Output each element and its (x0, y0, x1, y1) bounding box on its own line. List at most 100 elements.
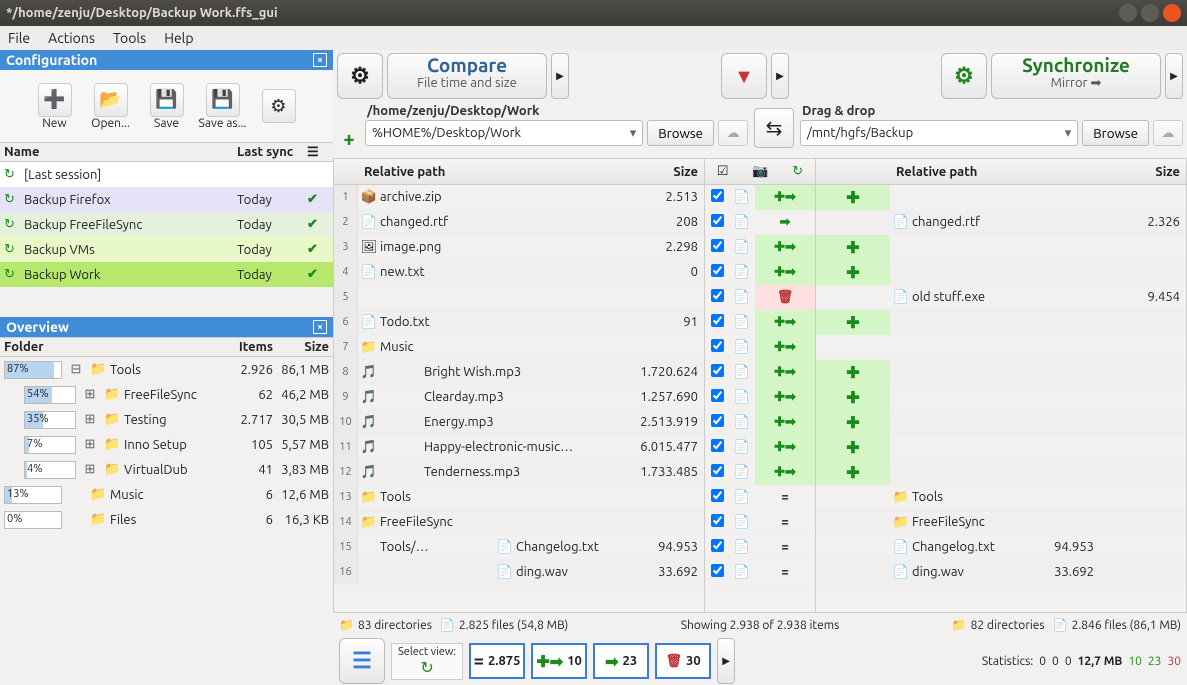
left-grid-row[interactable]: 7📁 Music (334, 335, 704, 360)
mid-action-row[interactable]: 📄 = (705, 485, 815, 510)
overview-close-icon[interactable]: × (313, 320, 327, 334)
right-grid-row[interactable]: 📄old stuff.exe9.454 (816, 285, 1186, 310)
left-grid-row[interactable]: 1📦 archive.zip 2.513 (334, 185, 704, 210)
right-col-size[interactable]: Size (1126, 165, 1186, 179)
overview-row[interactable]: 7% ⊞📁 Inno Setup1055,57 MB (0, 432, 333, 457)
mid-action-row[interactable]: 📄 = (705, 560, 815, 585)
mid-action-row[interactable]: 📄 ✚➡ (705, 460, 815, 485)
mid-col-category-icon[interactable]: 📷 (752, 164, 768, 179)
left-grid-row[interactable]: 2📄 changed.rtf 208 (334, 210, 704, 235)
view-update-button[interactable]: ➡ 23 (593, 643, 649, 679)
right-grid-row[interactable]: ✚ (816, 460, 1186, 485)
save-button[interactable]: 💾Save (141, 83, 193, 130)
row-checkbox[interactable] (711, 564, 724, 577)
mid-action-row[interactable]: 📄 🗑 (705, 285, 815, 310)
right-grid-row[interactable]: 📁Tools (816, 485, 1186, 510)
row-checkbox[interactable] (711, 289, 724, 302)
overview-row[interactable]: 4% ⊞📁 VirtualDub413,83 MB (0, 457, 333, 482)
left-grid-row[interactable]: 13📁 Tools (334, 485, 704, 510)
left-grid-row[interactable]: 11🎵 Happy-electronic-music… 6.015.477 (334, 435, 704, 460)
mid-action-row[interactable]: 📄 ✚➡ (705, 360, 815, 385)
config-col-status-icon[interactable]: ☰ (307, 145, 333, 160)
left-grid-row[interactable]: 6📄 Todo.txt 91 (334, 310, 704, 335)
config-col-lastsync[interactable]: Last sync (237, 145, 307, 159)
row-checkbox[interactable] (711, 389, 724, 402)
menu-file[interactable]: File (8, 30, 30, 46)
row-checkbox[interactable] (711, 214, 724, 227)
row-checkbox[interactable] (711, 239, 724, 252)
mid-col-check-icon[interactable]: ☑ (717, 164, 729, 179)
minimize-icon[interactable] (1119, 4, 1137, 22)
compare-settings-button[interactable]: ⚙ (337, 53, 383, 99)
sync-settings-button[interactable]: ⚙ (941, 53, 987, 99)
left-grid-row[interactable]: 9🎵 Clearday.mp3 1.257.690 (334, 385, 704, 410)
right-grid-row[interactable]: 📁FreeFileSync (816, 510, 1186, 535)
compare-button[interactable]: Compare File time and size (387, 53, 547, 99)
row-checkbox[interactable] (711, 189, 724, 202)
right-grid-row[interactable]: ✚ (816, 360, 1186, 385)
left-grid-row[interactable]: 10🎵 Energy.mp3 2.513.919 (334, 410, 704, 435)
view-more-icon[interactable]: ▶ (717, 638, 735, 684)
row-checkbox[interactable] (711, 264, 724, 277)
compare-dropdown-icon[interactable]: ▶ (551, 53, 569, 99)
menu-actions[interactable]: Actions (48, 30, 95, 46)
right-grid-row[interactable]: 📄Changelog.txt94.953 (816, 535, 1186, 560)
mid-action-row[interactable]: 📄 ✚➡ (705, 185, 815, 210)
row-checkbox[interactable] (711, 339, 724, 352)
synchronize-button[interactable]: Synchronize Mirror ➡ (991, 53, 1161, 99)
mid-action-row[interactable]: 📄 ✚➡ (705, 410, 815, 435)
right-grid-row[interactable]: ✚ (816, 310, 1186, 335)
mid-action-row[interactable]: 📄 ✚➡ (705, 335, 815, 360)
right-path-input[interactable]: /mnt/hgfs/Backup▾ (800, 120, 1078, 146)
right-grid-row[interactable]: 📄changed.rtf2.326 (816, 210, 1186, 235)
mid-action-row[interactable]: 📄 ➡ (705, 210, 815, 235)
config-row-freefilesync[interactable]: ↻Backup FreeFileSyncToday✔ (0, 212, 333, 237)
row-checkbox[interactable] (711, 364, 724, 377)
config-row-firefox[interactable]: ↻Backup FirefoxToday✔ (0, 187, 333, 212)
right-grid-row[interactable]: ✚ (816, 385, 1186, 410)
sync-dropdown-icon[interactable]: ▶ (1165, 53, 1183, 99)
save-as-button[interactable]: 💾Save as... (197, 83, 249, 130)
config-row-vms[interactable]: ↻Backup VMsToday✔ (0, 237, 333, 262)
mid-action-row[interactable]: 📄 ✚➡ (705, 235, 815, 260)
row-checkbox[interactable] (711, 489, 724, 502)
left-col-relpath[interactable]: Relative path (358, 165, 644, 179)
row-checkbox[interactable] (711, 539, 724, 552)
right-grid-row[interactable]: ✚ (816, 235, 1186, 260)
left-cloud-button[interactable]: ☁ (718, 120, 748, 146)
left-path-input[interactable]: %HOME%/Desktop/Work▾ (365, 120, 643, 146)
left-grid-row[interactable]: 14📁 FreeFileSync (334, 510, 704, 535)
row-checkbox[interactable] (711, 514, 724, 527)
left-col-size[interactable]: Size (644, 165, 704, 179)
right-browse-button[interactable]: Browse (1082, 120, 1149, 146)
config-col-name[interactable]: Name (0, 145, 237, 159)
view-list-button[interactable]: ☰ (339, 638, 385, 684)
overview-row[interactable]: 0% 📁 Files616,3 KB (0, 507, 333, 532)
left-grid-row[interactable]: 12🎵 Tenderness.mp3 1.733.485 (334, 460, 704, 485)
mid-action-row[interactable]: 📄 ✚➡ (705, 435, 815, 460)
view-create-button[interactable]: ✚➡ 10 (531, 643, 587, 679)
close-icon[interactable] (1163, 4, 1181, 22)
mid-action-row[interactable]: 📄 ✚➡ (705, 310, 815, 335)
maximize-icon[interactable] (1141, 4, 1159, 22)
overview-col-items[interactable]: Items (223, 340, 273, 354)
mid-col-action-icon[interactable]: ↻ (792, 164, 803, 179)
filter-dropdown-icon[interactable]: ▶ (771, 53, 789, 99)
filter-button[interactable]: ▼ (721, 53, 767, 99)
add-folder-pair-button[interactable]: + (337, 126, 361, 150)
row-checkbox[interactable] (711, 414, 724, 427)
menu-tools[interactable]: Tools (113, 30, 146, 46)
right-cloud-button[interactable]: ☁ (1153, 120, 1183, 146)
right-grid-row[interactable]: ✚ (816, 410, 1186, 435)
overview-col-size[interactable]: Size (273, 340, 333, 354)
left-browse-button[interactable]: Browse (647, 120, 714, 146)
config-row-last-session[interactable]: ↻[Last session] (0, 162, 333, 187)
left-grid-row[interactable]: 4📄 new.txt 0 (334, 260, 704, 285)
left-grid-row[interactable]: 3🖼 image.png 2.298 (334, 235, 704, 260)
right-grid-row[interactable]: ✚ (816, 435, 1186, 460)
right-grid-row[interactable] (816, 335, 1186, 360)
config-close-icon[interactable]: × (313, 53, 327, 67)
row-checkbox[interactable] (711, 439, 724, 452)
right-grid-row[interactable]: ✚ (816, 260, 1186, 285)
left-grid-row[interactable]: 8🎵 Bright Wish.mp3 1.720.624 (334, 360, 704, 385)
